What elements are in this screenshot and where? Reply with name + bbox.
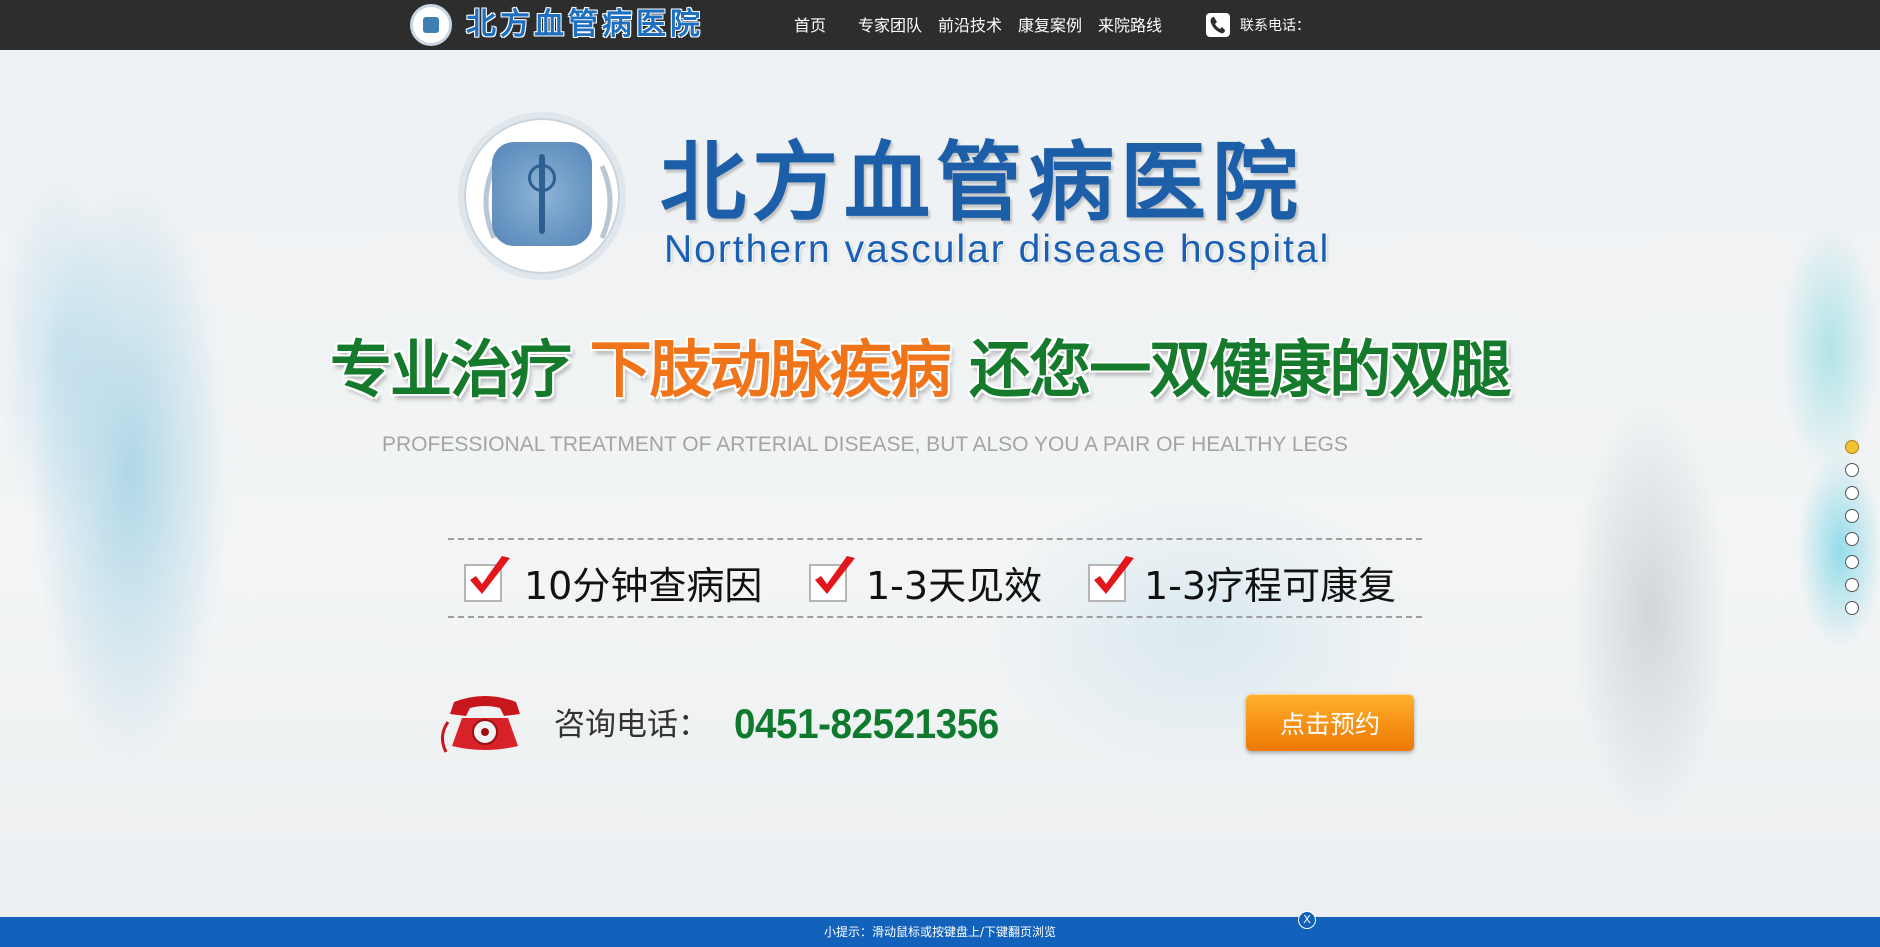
hospital-name-cn: 北方血管病医院 [660, 132, 1304, 233]
feature-recovery: 1-3疗程可康复 [1144, 564, 1397, 608]
top-brand-name[interactable]: 北方血管病医院 [466, 6, 704, 44]
feature-effect: 1-3天见效 [866, 564, 1043, 608]
hospital-emblem-icon [458, 112, 626, 280]
book-appointment-button[interactable]: 点击预约 [1246, 694, 1414, 751]
contact-label: 联系电话： [1240, 18, 1310, 34]
feature-diagnosis: 10分钟查病因 [524, 564, 763, 608]
pager-dot-2[interactable] [1845, 463, 1859, 477]
pager-dot-5[interactable] [1845, 532, 1859, 546]
consult-phone-number[interactable]: 0451-82521356 [734, 695, 999, 753]
nav-item-route[interactable]: 来院路线 [1098, 0, 1162, 50]
bottom-tip-bar: 小提示：滑动鼠标或按键盘上/下键翻页浏览 [0, 917, 1880, 947]
pager-dot-6[interactable] [1845, 555, 1859, 569]
pager-dot-4[interactable] [1845, 509, 1859, 523]
main-slogan: 专业治疗 下肢动脉疾病 还您一双健康的双腿 [330, 330, 1511, 410]
slogan-part-3: 还您一双健康的双腿 [949, 333, 1511, 406]
nav-item-home[interactable]: 首页 [794, 0, 826, 50]
pager-dot-8[interactable] [1845, 601, 1859, 615]
check-icon [1088, 556, 1134, 602]
nav-item-technology[interactable]: 前沿技术 [938, 0, 1002, 50]
hospital-logo-icon[interactable] [410, 4, 452, 46]
pager-dot-7[interactable] [1845, 578, 1859, 592]
telephone-icon [441, 696, 520, 753]
slogan-english: PROFESSIONAL TREATMENT OF ARTERIAL DISEA… [382, 433, 1348, 456]
check-icon [464, 556, 510, 602]
hero-section: 北方血管病医院 Northern vascular disease hospit… [0, 50, 1880, 917]
pager-dot-1[interactable] [1845, 440, 1859, 454]
consult-phone-label: 咨询电话： [554, 707, 709, 743]
hospital-name-en: Northern vascular disease hospital [664, 228, 1331, 271]
pager-dot-3[interactable] [1845, 486, 1859, 500]
scroll-tip: 小提示：滑动鼠标或按键盘上/下键翻页浏览 [823, 925, 1057, 939]
phone-icon [1206, 13, 1230, 37]
divider-bottom [448, 616, 1422, 618]
close-tip-button[interactable]: X [1298, 911, 1316, 929]
nav-item-cases[interactable]: 康复案例 [1018, 0, 1082, 50]
slogan-part-1: 专业治疗 [330, 333, 590, 406]
divider-top [448, 538, 1422, 540]
nav-item-experts[interactable]: 专家团队 [858, 0, 922, 50]
check-icon [809, 556, 855, 602]
top-nav-bar: 北方血管病医院 首页 专家团队 前沿技术 康复案例 来院路线 联系电话： [0, 0, 1880, 50]
slogan-part-2: 下肢动脉疾病 [589, 333, 952, 406]
